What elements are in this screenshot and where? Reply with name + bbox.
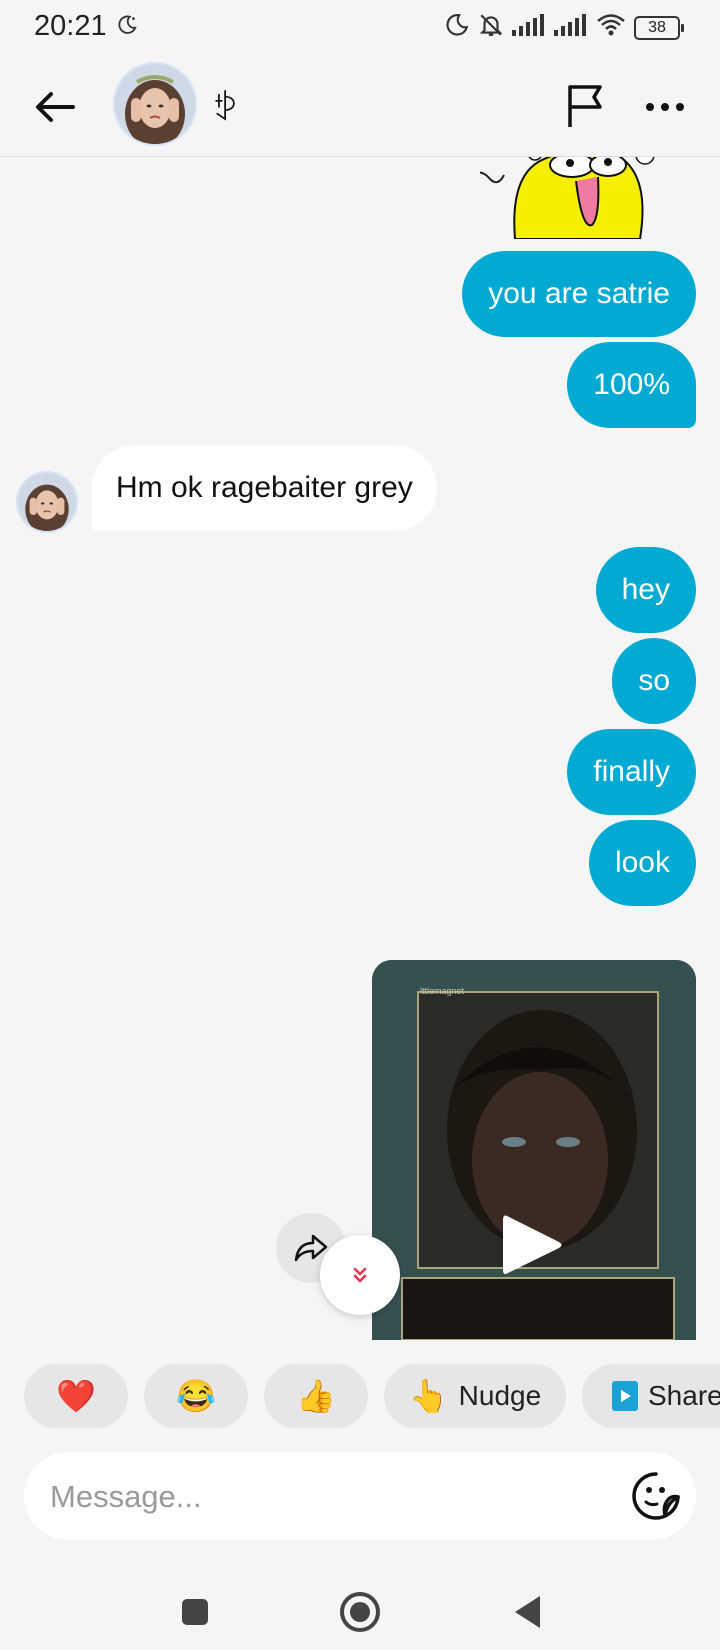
contact-avatar[interactable] bbox=[113, 62, 197, 146]
signal-icon bbox=[512, 14, 546, 41]
outgoing-message[interactable]: hey bbox=[595, 547, 696, 633]
back-triangle-icon bbox=[515, 1596, 540, 1628]
chevron-double-down-icon bbox=[353, 1267, 367, 1283]
contact-avatar[interactable] bbox=[16, 471, 78, 533]
sticker-message[interactable] bbox=[469, 157, 680, 240]
more-dots-icon bbox=[646, 103, 684, 111]
wifi-icon bbox=[596, 13, 626, 42]
chat-header: ꉣ bbox=[0, 56, 720, 157]
thumbs-up-icon: 👍 bbox=[296, 1378, 336, 1414]
outgoing-message[interactable]: 100% bbox=[567, 342, 696, 428]
video-watermark: lttlemagnet bbox=[420, 986, 465, 996]
report-button[interactable] bbox=[560, 78, 610, 134]
sticker-button[interactable] bbox=[630, 1470, 682, 1522]
quick-reply-bar: ❤️ 😂 👍 👆 Nudge Share bbox=[0, 1364, 720, 1428]
quick-reply-thumbs-up[interactable]: 👍 bbox=[264, 1364, 368, 1428]
video-message[interactable]: lttlemagnet bbox=[372, 960, 696, 1340]
laughing-face-icon: 😂 bbox=[176, 1378, 216, 1414]
share-media-icon bbox=[612, 1381, 638, 1411]
bell-off-icon bbox=[478, 12, 504, 43]
incoming-message[interactable]: Hm ok ragebaiter grey bbox=[92, 445, 437, 531]
battery-icon: 38 bbox=[634, 15, 684, 40]
signal-icon bbox=[554, 14, 588, 41]
outgoing-message[interactable]: look bbox=[588, 820, 696, 906]
quick-reply-laugh[interactable]: 😂 bbox=[144, 1364, 248, 1428]
system-nav-bar bbox=[0, 1570, 720, 1650]
square-icon bbox=[182, 1599, 208, 1625]
flag-icon bbox=[568, 85, 602, 127]
share-label: Share bbox=[648, 1380, 720, 1411]
nudge-label: Nudge bbox=[458, 1380, 542, 1411]
outgoing-message[interactable]: finally bbox=[567, 729, 696, 815]
quick-reply-heart[interactable]: ❤️ bbox=[24, 1364, 128, 1428]
heart-icon: ❤️ bbox=[56, 1378, 96, 1414]
moon-icon bbox=[116, 14, 138, 41]
message-composer bbox=[24, 1452, 696, 1542]
back-button[interactable] bbox=[30, 82, 80, 132]
moon-icon bbox=[444, 12, 470, 43]
sticker-face-icon bbox=[632, 1472, 680, 1520]
arrow-left-icon bbox=[36, 92, 75, 122]
status-time: 20:21 bbox=[34, 10, 107, 42]
contact-name[interactable]: ꉣ bbox=[212, 84, 239, 129]
play-icon[interactable] bbox=[497, 1210, 567, 1280]
quick-reply-nudge[interactable]: 👆 Nudge bbox=[384, 1364, 566, 1428]
message-input[interactable] bbox=[48, 1452, 612, 1542]
scroll-to-bottom-button[interactable] bbox=[320, 1235, 400, 1315]
recents-button[interactable] bbox=[167, 1584, 223, 1640]
outgoing-message[interactable]: you are satrie bbox=[462, 251, 696, 337]
home-button[interactable] bbox=[332, 1584, 388, 1640]
status-bar: 20:21 38 bbox=[0, 0, 720, 56]
message-list[interactable]: you are satrie 100% Hm ok ragebaiter gre… bbox=[0, 157, 720, 1340]
home-circle-icon bbox=[340, 1592, 380, 1632]
outgoing-message[interactable]: so bbox=[612, 638, 696, 724]
more-button[interactable] bbox=[640, 82, 690, 132]
pointing-hand-icon: 👆 bbox=[408, 1378, 449, 1414]
system-back-button[interactable] bbox=[500, 1584, 556, 1640]
quick-reply-share[interactable]: Share bbox=[582, 1364, 720, 1428]
